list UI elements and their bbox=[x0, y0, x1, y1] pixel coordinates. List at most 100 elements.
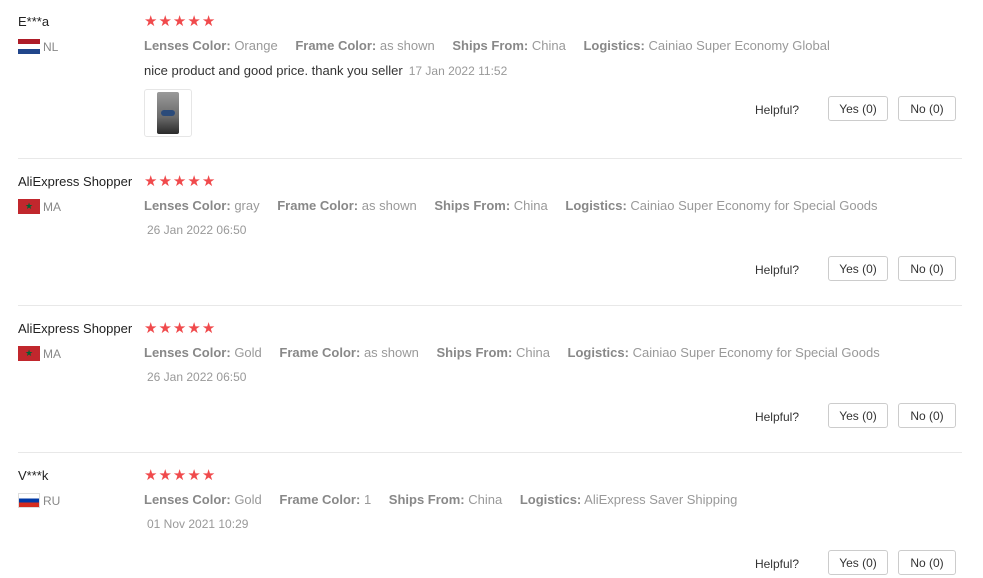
star-rating: ★ ★ ★ ★ ★ bbox=[144, 321, 215, 336]
review-item: AliExpress Shopper ★ MA ★ ★ ★ ★ ★ Lenses… bbox=[0, 159, 963, 305]
attr-value: Cainiao Super Economy Global bbox=[648, 38, 830, 53]
star-icon: ★ bbox=[144, 320, 158, 337]
review-date: 26 Jan 2022 06:50 bbox=[147, 370, 247, 384]
helpful-no-button[interactable]: No (0) bbox=[898, 403, 956, 428]
review-date: 01 Nov 2021 10:29 bbox=[147, 517, 249, 531]
helpful-yes-button[interactable]: Yes (0) bbox=[828, 550, 888, 575]
helpful-yes-button[interactable]: Yes (0) bbox=[828, 96, 888, 121]
attr-value: as shown bbox=[361, 198, 417, 213]
attr-label: Logistics: bbox=[567, 345, 629, 360]
sunglasses-photo bbox=[157, 92, 179, 134]
star-icon: ★ bbox=[201, 320, 216, 337]
star-icon: ★ bbox=[144, 467, 158, 484]
flag-ma-icon: ★ bbox=[18, 199, 40, 214]
reviewer-name: E***a bbox=[18, 14, 50, 29]
helpful-label: Helpful? bbox=[754, 557, 799, 571]
attr-value: Gold bbox=[234, 345, 262, 360]
helpful-yes-button[interactable]: Yes (0) bbox=[828, 256, 888, 281]
attr-label: Logistics: bbox=[583, 38, 645, 53]
star-icon: ★ bbox=[201, 13, 216, 30]
star-rating: ★ ★ ★ ★ ★ bbox=[144, 14, 215, 29]
star-icon: ★ bbox=[172, 320, 187, 337]
review-item: V***k RU ★ ★ ★ ★ ★ Lenses Color: Gold Fr… bbox=[0, 453, 963, 578]
attr-value: China bbox=[531, 38, 566, 53]
review-text: nice product and good price. thank you s… bbox=[144, 63, 507, 78]
star-icon: ★ bbox=[158, 467, 172, 484]
reviewer-name: V***k bbox=[18, 468, 49, 483]
country-code: MA bbox=[43, 199, 61, 214]
sku-attributes: Lenses Color: Gold Frame Color: 1 Ships … bbox=[144, 492, 751, 507]
reviewer-country: ★ MA bbox=[18, 199, 61, 214]
star-icon: ★ bbox=[144, 13, 158, 30]
helpful-no-button[interactable]: No (0) bbox=[898, 96, 956, 121]
star-icon: ★ bbox=[158, 173, 172, 190]
star-icon: ★ bbox=[172, 13, 187, 30]
attr-value: 1 bbox=[363, 492, 372, 507]
attr-value: Cainiao Super Economy for Special Goods bbox=[632, 345, 880, 360]
attr-value: China bbox=[513, 198, 548, 213]
attr-label: Frame Color: bbox=[277, 198, 359, 213]
helpful-label: Helpful? bbox=[754, 410, 799, 424]
attr-label: Frame Color: bbox=[279, 345, 361, 360]
sku-attributes: Lenses Color: Orange Frame Color: as sho… bbox=[144, 38, 844, 53]
review-body: nice product and good price. thank you s… bbox=[144, 63, 403, 78]
attr-value: as shown bbox=[363, 345, 419, 360]
attr-value: as shown bbox=[379, 38, 435, 53]
star-icon: ★ bbox=[158, 320, 172, 337]
attr-label: Frame Color: bbox=[279, 492, 361, 507]
attr-value: gray bbox=[234, 198, 260, 213]
star-icon: ★ bbox=[201, 173, 216, 190]
reviewer-country: RU bbox=[18, 493, 60, 508]
review-photo-thumbnail[interactable] bbox=[144, 89, 192, 137]
star-icon: ★ bbox=[201, 467, 216, 484]
star-icon: ★ bbox=[187, 320, 201, 337]
star-icon: ★ bbox=[158, 13, 172, 30]
review-item: E***a NL ★ ★ ★ ★ ★ Lenses Color: Orange … bbox=[0, 0, 963, 158]
helpful-no-button[interactable]: No (0) bbox=[898, 256, 956, 281]
flag-nl-icon bbox=[18, 39, 40, 54]
sku-attributes: Lenses Color: Gold Frame Color: as shown… bbox=[144, 345, 894, 360]
attr-label: Logistics: bbox=[519, 492, 582, 507]
helpful-label: Helpful? bbox=[754, 263, 799, 277]
reviewer-country: ★ MA bbox=[18, 346, 61, 361]
flag-ma-icon: ★ bbox=[18, 346, 40, 361]
star-icon: ★ bbox=[144, 173, 158, 190]
attr-label: Frame Color: bbox=[295, 38, 377, 53]
review-item: AliExpress Shopper ★ MA ★ ★ ★ ★ ★ Lenses… bbox=[0, 306, 963, 452]
reviewer-name: AliExpress Shopper bbox=[18, 174, 133, 189]
attr-label: Lenses Color: bbox=[144, 492, 231, 507]
helpful-yes-button[interactable]: Yes (0) bbox=[828, 403, 888, 428]
country-code: MA bbox=[43, 346, 61, 361]
attr-label: Ships From: bbox=[452, 38, 529, 53]
attr-label: Ships From: bbox=[434, 198, 511, 213]
country-code: NL bbox=[43, 39, 59, 54]
reviewer-country: NL bbox=[18, 39, 58, 54]
attr-label: Ships From: bbox=[436, 345, 513, 360]
attr-value: Orange bbox=[234, 38, 278, 53]
attr-label: Logistics: bbox=[565, 198, 627, 213]
attr-value: China bbox=[515, 345, 550, 360]
attr-value: Cainiao Super Economy for Special Goods bbox=[630, 198, 878, 213]
star-rating: ★ ★ ★ ★ ★ bbox=[144, 174, 215, 189]
flag-ru-icon bbox=[18, 493, 40, 508]
sku-attributes: Lenses Color: gray Frame Color: as shown… bbox=[144, 198, 892, 213]
attr-label: Lenses Color: bbox=[144, 198, 231, 213]
star-icon: ★ bbox=[187, 467, 201, 484]
review-date: 17 Jan 2022 11:52 bbox=[408, 64, 508, 78]
star-icon: ★ bbox=[172, 467, 187, 484]
attr-value: AliExpress Saver Shipping bbox=[584, 492, 738, 507]
reviewer-name: AliExpress Shopper bbox=[18, 321, 133, 336]
star-icon: ★ bbox=[172, 173, 187, 190]
country-code: RU bbox=[43, 493, 61, 508]
attr-label: Ships From: bbox=[388, 492, 465, 507]
star-icon: ★ bbox=[187, 13, 201, 30]
helpful-no-button[interactable]: No (0) bbox=[898, 550, 956, 575]
review-date: 26 Jan 2022 06:50 bbox=[147, 223, 247, 237]
helpful-label: Helpful? bbox=[754, 103, 799, 117]
attr-label: Lenses Color: bbox=[144, 38, 231, 53]
attr-value: China bbox=[468, 492, 503, 507]
attr-label: Lenses Color: bbox=[144, 345, 231, 360]
star-icon: ★ bbox=[187, 173, 201, 190]
attr-value: Gold bbox=[234, 492, 262, 507]
star-rating: ★ ★ ★ ★ ★ bbox=[144, 468, 215, 483]
